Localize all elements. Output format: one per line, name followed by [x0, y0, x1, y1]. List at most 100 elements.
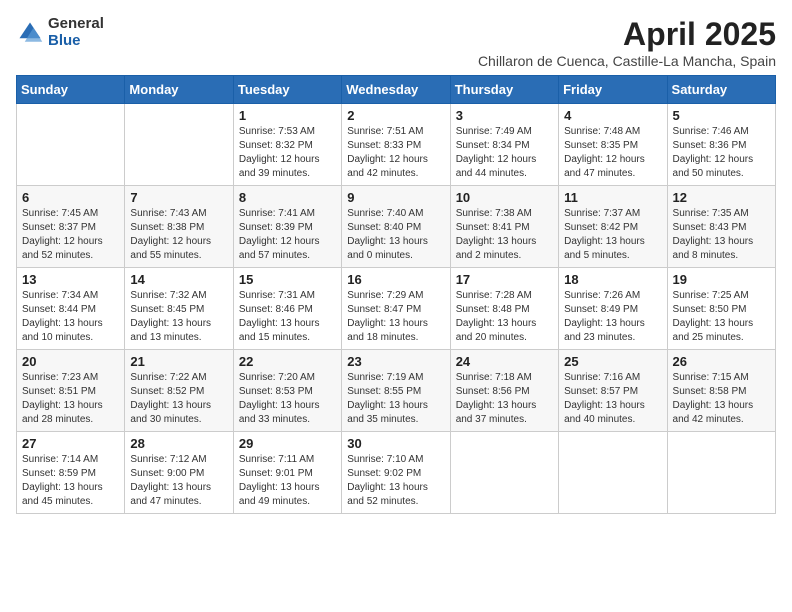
month-title: April 2025: [478, 16, 776, 53]
calendar-cell: 21 Sunrise: 7:22 AMSunset: 8:52 PMDayligh…: [125, 350, 233, 432]
day-number: 26: [673, 354, 770, 369]
calendar-cell: 30 Sunrise: 7:10 AMSunset: 9:02 PMDayligh…: [342, 432, 450, 514]
calendar-cell: 22Sunrise: 7:20 AMSunset: 8:53 PMDayligh…: [233, 350, 341, 432]
day-info: Sunrise: 7:26 AMSunset: 8:49 PMDaylight:…: [564, 290, 645, 343]
day-number: 19: [673, 272, 770, 287]
day-number: 9: [347, 190, 444, 205]
calendar-week-row: 6 Sunrise: 7:45 AMSunset: 8:37 PMDaylight…: [17, 186, 776, 268]
day-number: 6: [22, 190, 119, 205]
weekday-header: Friday: [559, 76, 667, 104]
day-number: 29: [239, 436, 336, 451]
weekday-header: Saturday: [667, 76, 775, 104]
day-number: 28: [130, 436, 227, 451]
calendar-cell: 1Sunrise: 7:53 AMSunset: 8:32 PMDaylight…: [233, 104, 341, 186]
day-number: 7: [130, 190, 227, 205]
logo-general-text: General: [48, 16, 104, 33]
day-number: 23: [347, 354, 444, 369]
calendar-cell: [17, 104, 125, 186]
day-info: Sunrise: 7:45 AMSunset: 8:37 PMDaylight:…: [22, 208, 103, 261]
calendar-cell: 26Sunrise: 7:15 AMSunset: 8:58 PMDayligh…: [667, 350, 775, 432]
calendar-cell: 8Sunrise: 7:41 AMSunset: 8:39 PMDaylight…: [233, 186, 341, 268]
logo-icon: [16, 19, 44, 47]
day-info: Sunrise: 7:37 AMSunset: 8:42 PMDaylight:…: [564, 208, 645, 261]
day-info: Sunrise: 7:14 AMSunset: 8:59 PMDaylight:…: [22, 454, 103, 507]
calendar-cell: 24 Sunrise: 7:18 AMSunset: 8:56 PMDayligh…: [450, 350, 558, 432]
calendar-cell: 10 Sunrise: 7:38 AMSunset: 8:41 PMDayligh…: [450, 186, 558, 268]
day-number: 3: [456, 108, 553, 123]
day-info: Sunrise: 7:46 AMSunset: 8:36 PMDaylight:…: [673, 126, 754, 179]
logo: General Blue: [16, 16, 104, 49]
day-info: Sunrise: 7:49 AMSunset: 8:34 PMDaylight:…: [456, 126, 537, 179]
day-info: Sunrise: 7:32 AMSunset: 8:45 PMDaylight:…: [130, 290, 211, 343]
calendar-cell: [667, 432, 775, 514]
day-number: 4: [564, 108, 661, 123]
day-number: 21: [130, 354, 227, 369]
calendar-week-row: 20 Sunrise: 7:23 AMSunset: 8:51 PMDayligh…: [17, 350, 776, 432]
day-info: Sunrise: 7:19 AMSunset: 8:55 PMDaylight:…: [347, 372, 428, 425]
calendar-cell: 7Sunrise: 7:43 AMSunset: 8:38 PMDaylight…: [125, 186, 233, 268]
location-title: Chillaron de Cuenca, Castille-La Mancha,…: [478, 53, 776, 69]
logo-blue-text: Blue: [48, 33, 104, 50]
calendar-cell: 6 Sunrise: 7:45 AMSunset: 8:37 PMDaylight…: [17, 186, 125, 268]
day-number: 15: [239, 272, 336, 287]
day-info: Sunrise: 7:16 AMSunset: 8:57 PMDaylight:…: [564, 372, 645, 425]
day-number: 30: [347, 436, 444, 451]
day-number: 14: [130, 272, 227, 287]
calendar-cell: 9 Sunrise: 7:40 AMSunset: 8:40 PMDaylight…: [342, 186, 450, 268]
day-number: 5: [673, 108, 770, 123]
day-info: Sunrise: 7:48 AMSunset: 8:35 PMDaylight:…: [564, 126, 645, 179]
day-number: 10: [456, 190, 553, 205]
day-number: 12: [673, 190, 770, 205]
calendar-body: 1Sunrise: 7:53 AMSunset: 8:32 PMDaylight…: [17, 104, 776, 514]
day-info: Sunrise: 7:29 AMSunset: 8:47 PMDaylight:…: [347, 290, 428, 343]
day-number: 11: [564, 190, 661, 205]
day-number: 8: [239, 190, 336, 205]
calendar-cell: 15 Sunrise: 7:31 AMSunset: 8:46 PMDayligh…: [233, 268, 341, 350]
day-info: Sunrise: 7:31 AMSunset: 8:46 PMDaylight:…: [239, 290, 320, 343]
day-number: 18: [564, 272, 661, 287]
calendar-cell: 19 Sunrise: 7:25 AMSunset: 8:50 PMDayligh…: [667, 268, 775, 350]
calendar-cell: 27 Sunrise: 7:14 AMSunset: 8:59 PMDayligh…: [17, 432, 125, 514]
calendar-cell: 14 Sunrise: 7:32 AMSunset: 8:45 PMDayligh…: [125, 268, 233, 350]
calendar-cell: 18 Sunrise: 7:26 AMSunset: 8:49 PMDayligh…: [559, 268, 667, 350]
calendar-header: SundayMondayTuesdayWednesdayThursdayFrid…: [17, 76, 776, 104]
header-row: SundayMondayTuesdayWednesdayThursdayFrid…: [17, 76, 776, 104]
weekday-header: Wednesday: [342, 76, 450, 104]
day-info: Sunrise: 7:10 AMSunset: 9:02 PMDaylight:…: [347, 454, 428, 507]
day-info: Sunrise: 7:53 AMSunset: 8:32 PMDaylight:…: [239, 126, 320, 179]
header: General Blue April 2025 Chillaron de Cue…: [16, 16, 776, 69]
day-info: Sunrise: 7:22 AMSunset: 8:52 PMDaylight:…: [130, 372, 211, 425]
calendar-week-row: 13Sunrise: 7:34 AMSunset: 8:44 PMDayligh…: [17, 268, 776, 350]
calendar-cell: 29 Sunrise: 7:11 AMSunset: 9:01 PMDayligh…: [233, 432, 341, 514]
title-area: April 2025 Chillaron de Cuenca, Castille…: [478, 16, 776, 69]
day-info: Sunrise: 7:11 AMSunset: 9:01 PMDaylight:…: [239, 454, 320, 507]
calendar-cell: 13Sunrise: 7:34 AMSunset: 8:44 PMDayligh…: [17, 268, 125, 350]
day-info: Sunrise: 7:23 AMSunset: 8:51 PMDaylight:…: [22, 372, 103, 425]
calendar-week-row: 27 Sunrise: 7:14 AMSunset: 8:59 PMDayligh…: [17, 432, 776, 514]
day-number: 20: [22, 354, 119, 369]
day-info: Sunrise: 7:35 AMSunset: 8:43 PMDaylight:…: [673, 208, 754, 261]
day-info: Sunrise: 7:25 AMSunset: 8:50 PMDaylight:…: [673, 290, 754, 343]
weekday-header: Sunday: [17, 76, 125, 104]
calendar-cell: [559, 432, 667, 514]
day-number: 25: [564, 354, 661, 369]
calendar-cell: [125, 104, 233, 186]
calendar-cell: [450, 432, 558, 514]
calendar-cell: 2Sunrise: 7:51 AMSunset: 8:33 PMDaylight…: [342, 104, 450, 186]
weekday-header: Thursday: [450, 76, 558, 104]
day-number: 16: [347, 272, 444, 287]
calendar-cell: 3 Sunrise: 7:49 AMSunset: 8:34 PMDaylight…: [450, 104, 558, 186]
day-number: 27: [22, 436, 119, 451]
day-info: Sunrise: 7:40 AMSunset: 8:40 PMDaylight:…: [347, 208, 428, 261]
day-info: Sunrise: 7:20 AMSunset: 8:53 PMDaylight:…: [239, 372, 320, 425]
day-info: Sunrise: 7:38 AMSunset: 8:41 PMDaylight:…: [456, 208, 537, 261]
weekday-header: Tuesday: [233, 76, 341, 104]
day-info: Sunrise: 7:18 AMSunset: 8:56 PMDaylight:…: [456, 372, 537, 425]
day-info: Sunrise: 7:12 AMSunset: 9:00 PMDaylight:…: [130, 454, 211, 507]
weekday-header: Monday: [125, 76, 233, 104]
day-number: 24: [456, 354, 553, 369]
calendar-cell: 17Sunrise: 7:28 AMSunset: 8:48 PMDayligh…: [450, 268, 558, 350]
day-number: 13: [22, 272, 119, 287]
day-info: Sunrise: 7:51 AMSunset: 8:33 PMDaylight:…: [347, 126, 428, 179]
calendar-cell: 11 Sunrise: 7:37 AMSunset: 8:42 PMDayligh…: [559, 186, 667, 268]
